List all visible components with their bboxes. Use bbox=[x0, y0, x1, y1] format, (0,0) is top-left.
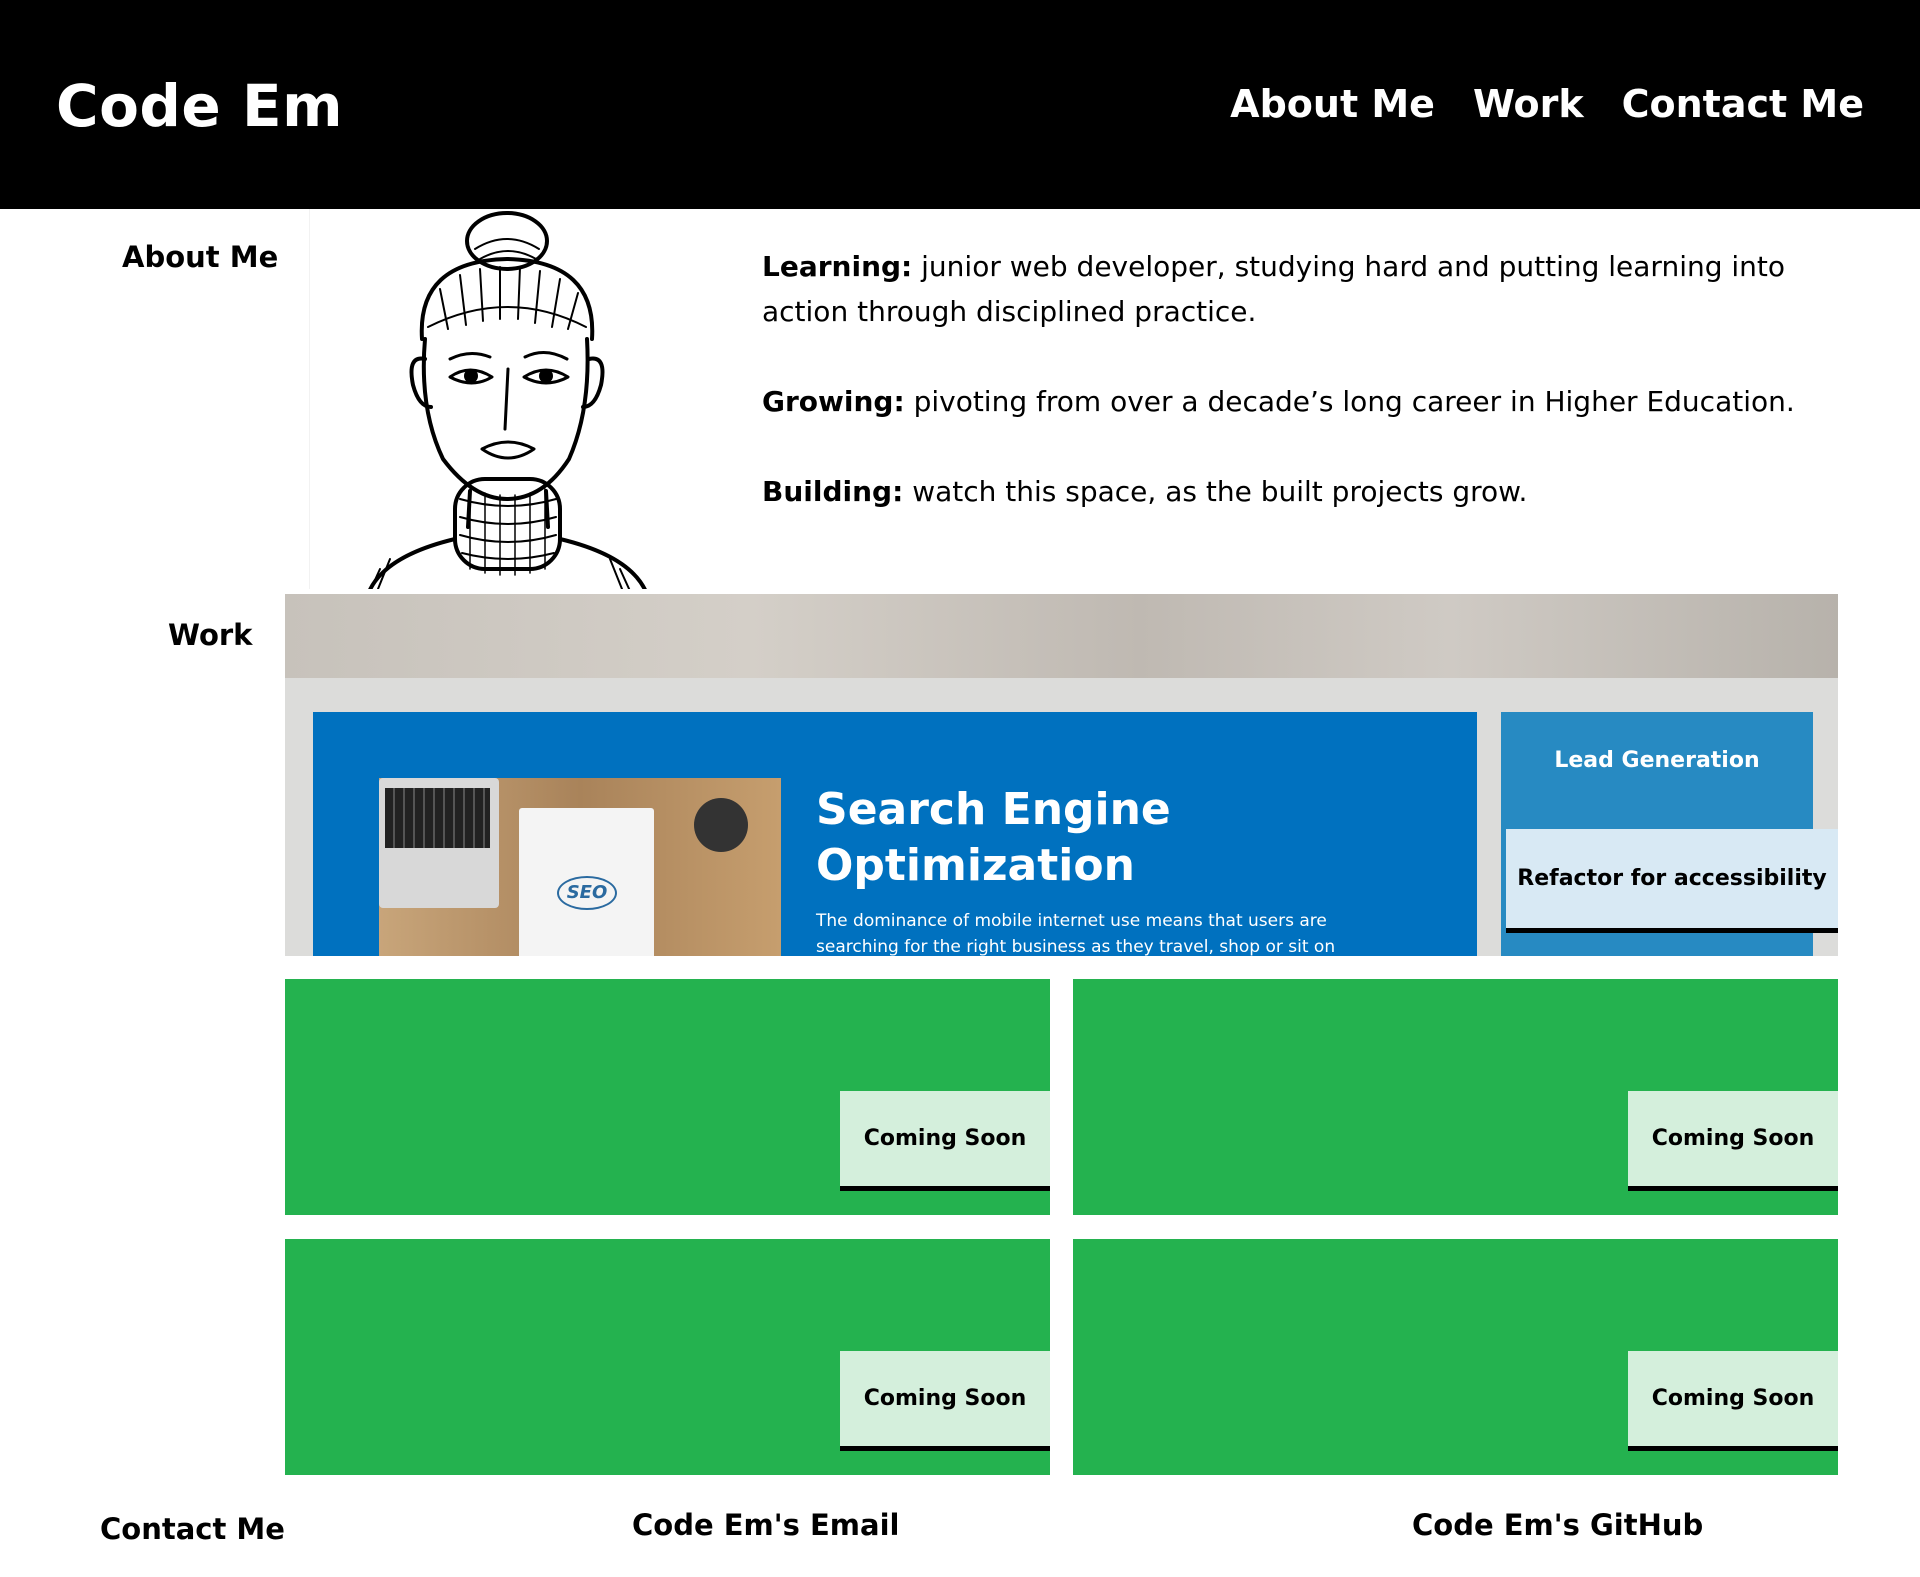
about-building: Building: watch this space, as the built… bbox=[762, 475, 1528, 508]
site-header: Code Em About Me Work Contact Me bbox=[0, 0, 1920, 209]
about-section-label: About Me bbox=[122, 240, 279, 274]
main-nav: About Me Work Contact Me bbox=[1230, 82, 1864, 126]
woman-line-drawing-icon bbox=[368, 211, 647, 589]
coming-soon-button[interactable]: Coming Soon bbox=[1628, 1351, 1838, 1451]
coming-soon-button[interactable]: Coming Soon bbox=[840, 1351, 1050, 1451]
work-section-label: Work bbox=[168, 618, 253, 652]
pencil-cup-image bbox=[694, 798, 748, 852]
about-learning: Learning: junior web developer, studying… bbox=[762, 250, 1786, 328]
email-link[interactable]: Code Em's Email bbox=[632, 1508, 899, 1542]
site-logo[interactable]: Code Em bbox=[56, 72, 343, 140]
nav-work[interactable]: Work bbox=[1473, 82, 1584, 126]
about-growing: Growing: pivoting from over a decade’s l… bbox=[762, 385, 1795, 418]
about-text: Learning: junior web developer, studying… bbox=[762, 244, 1852, 559]
github-link[interactable]: Code Em's GitHub bbox=[1412, 1508, 1703, 1542]
nav-contact-me[interactable]: Contact Me bbox=[1622, 82, 1864, 126]
feature-heading: Search Engine Optimization bbox=[816, 784, 1171, 891]
feature-body: The dominance of mobile internet use mea… bbox=[816, 911, 1336, 956]
work-card-2[interactable]: Coming Soon bbox=[1073, 979, 1838, 1215]
laptop-image bbox=[379, 778, 499, 908]
work-card-1[interactable]: Coming Soon bbox=[285, 979, 1050, 1215]
coming-soon-button[interactable]: Coming Soon bbox=[1628, 1091, 1838, 1191]
work-card-4[interactable]: Coming Soon bbox=[1073, 1239, 1838, 1475]
feature-desk-photo bbox=[285, 594, 1838, 678]
coming-soon-button[interactable]: Coming Soon bbox=[840, 1091, 1050, 1191]
nav-about-me[interactable]: About Me bbox=[1230, 82, 1435, 126]
work-feature-project[interactable]: SEO Search Engine Optimization The domin… bbox=[285, 594, 1838, 956]
avatar bbox=[309, 209, 679, 589]
laptop-keys bbox=[385, 788, 490, 848]
seo-photo: SEO bbox=[379, 778, 781, 956]
seo-badge: SEO bbox=[557, 876, 617, 910]
contact-section-label: Contact Me bbox=[100, 1512, 285, 1546]
lead-generation-title: Lead Generation bbox=[1554, 748, 1760, 773]
work-card-3[interactable]: Coming Soon bbox=[285, 1239, 1050, 1475]
refactor-accessibility-button[interactable]: Refactor for accessibility bbox=[1506, 829, 1838, 933]
feature-seo-panel: SEO Search Engine Optimization The domin… bbox=[313, 712, 1477, 956]
notepad-image: SEO bbox=[519, 808, 654, 956]
